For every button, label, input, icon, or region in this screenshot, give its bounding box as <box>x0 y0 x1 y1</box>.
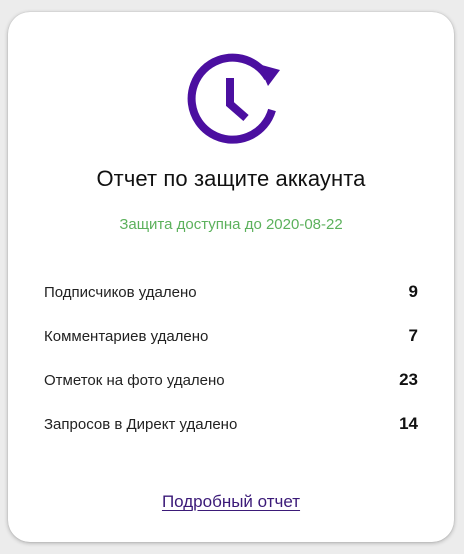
stat-row-photo-tags: Отметок на фото удалено 23 <box>44 358 418 402</box>
detailed-report-link[interactable]: Подробный отчет <box>8 492 454 512</box>
stat-label: Подписчиков удалено <box>44 283 197 301</box>
report-title: Отчет по защите аккаунта <box>96 166 366 191</box>
stat-row-comments: Комментариев удалено 7 <box>44 314 418 358</box>
clock-refresh-icon <box>184 48 284 148</box>
stat-label: Комментариев удалено <box>44 327 209 345</box>
stat-value: 23 <box>399 370 418 389</box>
stat-row-followers: Подписчиков удалено 9 <box>44 270 418 314</box>
stat-label: Отметок на фото удалено <box>44 371 225 389</box>
stats-list: Подписчиков удалено 9 Комментариев удале… <box>44 270 418 446</box>
stat-value: 14 <box>399 414 418 433</box>
stat-label: Запросов в Директ удалено <box>44 415 238 433</box>
stat-value: 9 <box>408 282 418 301</box>
stat-row-direct-requests: Запросов в Директ удалено 14 <box>44 402 418 446</box>
protection-expiry-text: Защита доступна до 2020-08-22 <box>119 216 343 233</box>
account-protection-report-card: Отчет по защите аккаунта Защита доступна… <box>8 12 454 542</box>
stat-value: 7 <box>408 326 418 345</box>
